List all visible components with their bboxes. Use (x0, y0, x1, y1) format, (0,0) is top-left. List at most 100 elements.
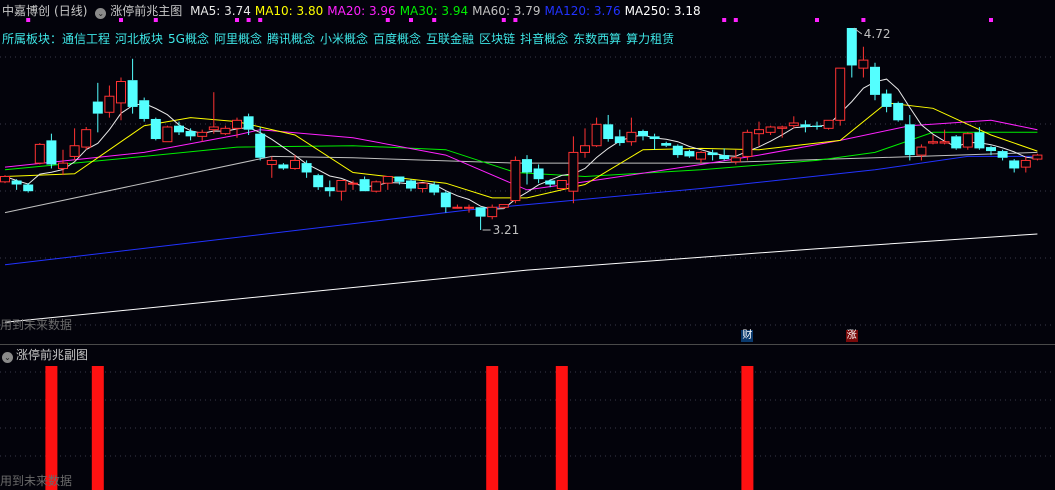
ma-legend-item: MA30: 3.94 (399, 4, 469, 18)
sector-label: 所属板块： (2, 32, 63, 46)
sector-tag[interactable]: 河北板块 (115, 32, 163, 46)
candle-body (974, 132, 985, 149)
sector-tag[interactable]: 算力租赁 (626, 32, 674, 46)
candle-body (34, 143, 45, 164)
candle (603, 114, 614, 142)
candle-body (336, 180, 347, 192)
candle-body (371, 181, 382, 192)
candle (788, 116, 799, 129)
candle-body (197, 131, 208, 137)
stock-name: 中嘉博创 (2, 4, 51, 18)
sector-tag[interactable]: 通信工程 (62, 32, 110, 46)
candle-body (127, 80, 138, 107)
candle-body (498, 204, 509, 208)
candle-body (684, 151, 695, 157)
candle-body (545, 180, 556, 185)
candle (591, 117, 602, 148)
sector-tag[interactable]: 区块链 (479, 32, 515, 46)
candle-body (986, 147, 996, 152)
candle-body (46, 140, 57, 165)
sector-tag[interactable]: 小米概念 (320, 32, 368, 46)
candle (649, 133, 660, 150)
candle-body (324, 187, 335, 192)
candle (672, 144, 683, 158)
candle-body (290, 159, 300, 169)
ma-legend-item: MA20: 3.96 (327, 4, 396, 18)
candle-body (243, 116, 254, 130)
candle-body (870, 66, 880, 95)
ma-legend-item: MA60: 3.79 (472, 4, 541, 18)
candle (1032, 153, 1043, 161)
signal-bar (486, 366, 499, 490)
candle-body (162, 126, 173, 143)
candlestick-chart[interactable]: 4.72 3.21 (0, 0, 1055, 490)
candle (104, 85, 115, 118)
candle-body (487, 206, 498, 218)
sub-panel-title[interactable]: 涨停前兆副图 (16, 348, 88, 362)
candle-body (208, 126, 219, 131)
sector-tag[interactable]: 腾讯概念 (267, 32, 315, 46)
sector-tag[interactable]: 阿里概念 (214, 32, 262, 46)
candle (800, 120, 811, 133)
candle (823, 119, 834, 130)
signal-dot (733, 18, 738, 22)
candle-body (939, 141, 950, 144)
sector-tag[interactable]: 5G概念 (168, 32, 209, 46)
candle-body (104, 95, 115, 113)
candle (556, 180, 567, 190)
candle (116, 77, 126, 121)
chart-header: 中嘉博创 (日线) ⌄ 涨停前兆主图 MA5: 3.74 MA10: 3.80 MA20… (2, 2, 709, 19)
candle (371, 180, 382, 193)
candle (382, 175, 393, 190)
candle (0, 175, 10, 184)
candle (730, 149, 741, 165)
candle-body (800, 124, 811, 127)
candle-body (951, 136, 962, 149)
sector-tag[interactable]: 百度概念 (373, 32, 421, 46)
candle-body (858, 59, 869, 69)
candle (92, 82, 103, 133)
candle-body (638, 131, 648, 137)
candle-body (533, 168, 544, 180)
candle (846, 28, 857, 78)
candle (835, 67, 846, 126)
ma-legend: MA5: 3.74 MA10: 3.80 MA20: 3.96 MA30: 3.94 M… (190, 4, 705, 18)
sector-tag[interactable]: 东数西算 (573, 32, 621, 46)
candle-body (904, 124, 915, 156)
candle (139, 97, 150, 122)
candle-body (382, 175, 393, 184)
candle-body (429, 184, 440, 193)
candle (487, 204, 498, 220)
chevron-down-icon[interactable]: ⌄ (2, 352, 13, 363)
sector-list: 所属板块：通信工程 河北板块 5G概念 阿里概念 腾讯概念 小米概念 百度概念 互联金融 区块链… (2, 30, 684, 47)
signal-dot (989, 18, 993, 22)
candle-body (1009, 160, 1020, 169)
candle-body (150, 118, 161, 140)
ma-legend-item: MA10: 3.80 (254, 4, 324, 18)
chevron-down-icon[interactable]: ⌄ (95, 8, 107, 19)
future-data-warning: 用到未来数据 (0, 318, 73, 332)
sector-tag[interactable]: 抖音概念 (520, 32, 568, 46)
candle (974, 126, 985, 150)
candle-body (881, 93, 892, 107)
event-badge[interactable]: 涨 (845, 330, 858, 342)
candle (34, 143, 45, 165)
candle-body (742, 131, 753, 157)
candle (522, 155, 532, 185)
candle (406, 179, 416, 192)
candle-body (475, 207, 486, 217)
event-badge[interactable]: 财 (741, 330, 754, 342)
candle-body (719, 155, 730, 160)
candle (997, 149, 1008, 161)
sector-tag[interactable]: 互联金融 (426, 32, 474, 46)
candle (870, 62, 880, 101)
high-price-label: 4.72 (864, 27, 891, 41)
candle-body (301, 163, 312, 173)
candle-body (556, 180, 567, 190)
candle (69, 128, 80, 161)
candle-body (928, 141, 938, 144)
candle (208, 92, 219, 134)
indicator-name[interactable]: 涨停前兆主图 (110, 4, 182, 18)
candle (301, 160, 312, 178)
candle-body (591, 123, 602, 147)
